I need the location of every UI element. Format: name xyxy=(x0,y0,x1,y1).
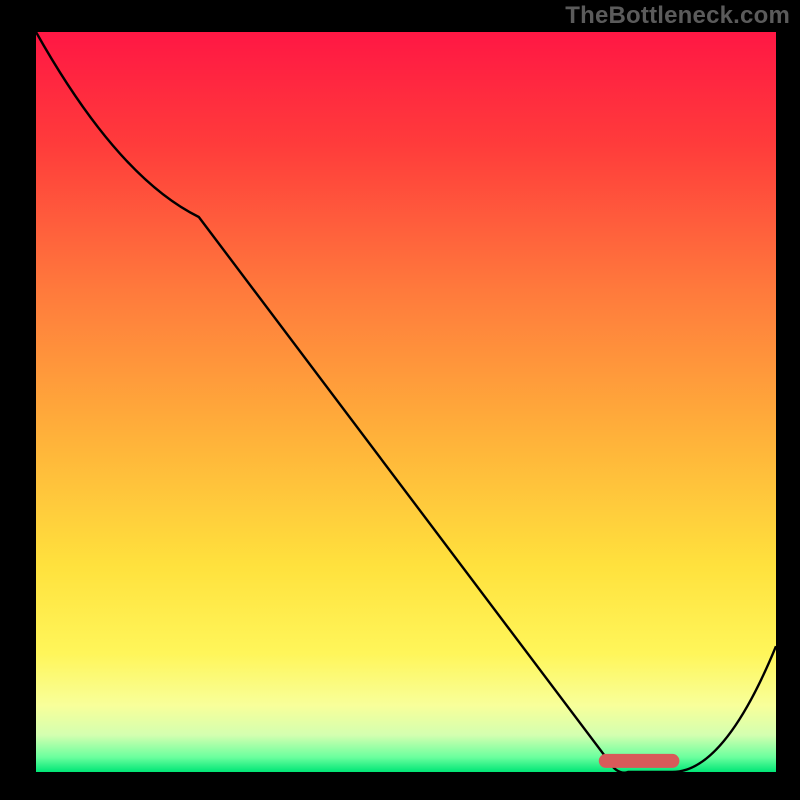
chart-container: TheBottleneck.com xyxy=(0,0,800,800)
chart-svg xyxy=(0,0,800,800)
plot-area xyxy=(36,32,776,772)
